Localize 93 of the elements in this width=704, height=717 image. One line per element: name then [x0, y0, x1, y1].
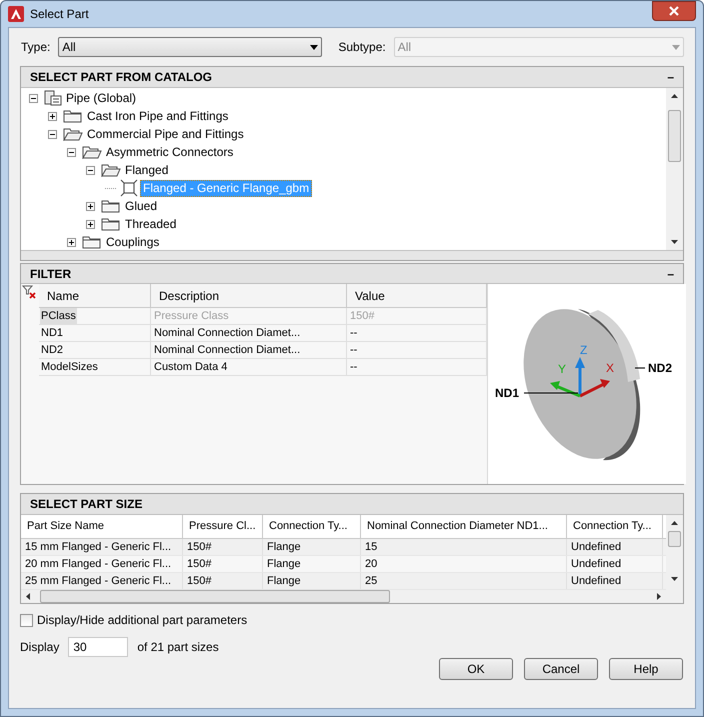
tree-item[interactable]: Asymmetric Connectors — [104, 144, 236, 160]
axis-label: Y — [558, 362, 566, 376]
dropdown-caret-icon — [310, 44, 318, 50]
axis-label: Z — [580, 343, 588, 357]
column-header[interactable]: Connection Ty... — [567, 515, 663, 538]
table-cell-text: 15 mm Flanged - Generic Fl... — [25, 540, 172, 555]
axis-label: X — [606, 361, 614, 375]
table-cell-text: ND1 — [40, 326, 64, 341]
scrollbar-thumb[interactable] — [668, 531, 681, 547]
horizontal-scrollbar[interactable] — [21, 590, 666, 603]
display-label: Display — [20, 639, 60, 656]
tree-item[interactable]: Pipe (Global) — [64, 90, 138, 106]
collapse-button[interactable]: – — [667, 264, 674, 282]
checkbox[interactable] — [20, 614, 33, 626]
dialog-button[interactable]: OK — [439, 658, 513, 680]
tree-item[interactable]: Threaded — [123, 216, 178, 232]
table-cell-text: -- — [349, 342, 358, 358]
tree-item[interactable]: Flanged — [123, 162, 170, 178]
table-cell-text: 150# — [187, 540, 212, 555]
table-cell-text: 25 mm Flanged - Generic Fl... — [25, 574, 172, 589]
table-cell-text: Flange — [267, 540, 301, 555]
folder-icon — [101, 199, 121, 213]
table-cell-text: Flange — [267, 574, 301, 589]
table-cell-text: Undefined — [571, 574, 622, 589]
display-count-field[interactable]: 30 — [68, 637, 128, 657]
table-cell-text: 25 — [365, 574, 378, 589]
table-cell-text: Undefined — [571, 540, 622, 555]
scroll-left-icon[interactable] — [26, 593, 30, 600]
column-header[interactable]: Connection Ty... — [263, 515, 361, 538]
table-cell-text: 20 — [365, 556, 378, 572]
app-logo-icon — [8, 6, 24, 22]
scroll-down-icon[interactable] — [671, 577, 678, 581]
scroll-down-icon[interactable] — [671, 240, 678, 244]
section-title: FILTER — [30, 266, 72, 282]
table-cell-text: 15 — [365, 540, 378, 555]
checkbox-label: Display/Hide additional part parameters — [37, 612, 248, 629]
column-header[interactable]: Pressure Cl... — [183, 515, 263, 538]
tree-item[interactable]: Cast Iron Pipe and Fittings — [85, 108, 230, 124]
dialog-button[interactable]: Cancel — [524, 658, 598, 680]
folder-icon — [101, 217, 121, 231]
table-cell-text: Pressure Class — [153, 308, 230, 324]
folder-icon — [63, 109, 83, 123]
column-header[interactable]: Nominal Connection Diameter ND1... — [361, 515, 567, 538]
section-title: SELECT PART SIZE — [30, 496, 142, 513]
type-label: Type: — [21, 39, 50, 56]
section-title: SELECT PART FROM CATALOG — [30, 69, 213, 86]
table-cell-text: Nominal Connection Diamet... — [153, 342, 302, 358]
tree-item[interactable]: Glued — [123, 198, 160, 214]
open-folder-icon — [82, 145, 102, 159]
open-folder-icon — [101, 163, 121, 177]
type-dropdown[interactable]: All — [58, 37, 322, 57]
leader-line — [524, 392, 578, 394]
part-count-label: of 21 part sizes — [137, 639, 219, 656]
scroll-up-icon[interactable] — [671, 521, 678, 525]
close-button[interactable] — [652, 1, 696, 21]
pipe-catalog-icon — [44, 90, 62, 106]
clear-filter-icon[interactable] — [22, 285, 36, 299]
table-cell-text: ND2 — [40, 342, 64, 358]
part-icon — [120, 179, 138, 197]
dimension-label: ND1 — [495, 386, 520, 400]
table-cell-text: Flange — [267, 556, 301, 572]
tree-item[interactable]: Commercial Pipe and Fittings — [85, 126, 246, 142]
vertical-scrollbar[interactable] — [666, 515, 683, 603]
dimension-label: ND2 — [648, 361, 672, 375]
scroll-up-icon[interactable] — [671, 94, 678, 98]
splitter-handle[interactable] — [21, 250, 683, 260]
scrollbar-thumb[interactable] — [668, 110, 681, 162]
close-icon — [669, 6, 679, 16]
column-header[interactable]: Name — [39, 284, 151, 307]
column-header[interactable]: Part Size Name — [21, 515, 183, 538]
table-cell-text: Custom Data 4 — [153, 360, 228, 375]
dropdown-caret-icon — [672, 44, 680, 50]
open-folder-icon — [63, 127, 83, 141]
table-cell-text: -- — [349, 360, 358, 375]
table-cell-text: 150# — [349, 308, 376, 324]
dialog-button[interactable]: Help — [609, 658, 683, 680]
column-header[interactable]: Description — [151, 284, 347, 307]
table-cell: PClass — [40, 308, 77, 324]
scrollbar-thumb[interactable] — [40, 590, 390, 603]
vertical-scrollbar[interactable] — [666, 88, 683, 250]
table-cell-text: -- — [349, 326, 358, 341]
table-cell-text: ModelSizes — [40, 360, 99, 375]
table-cell-text: 150# — [187, 574, 212, 589]
scroll-right-icon[interactable] — [657, 593, 661, 600]
tree-item[interactable]: Couplings — [104, 234, 162, 250]
folder-icon — [82, 235, 102, 249]
window-title: Select Part — [30, 6, 89, 23]
subtype-label: Subtype: — [338, 39, 386, 56]
collapse-button[interactable]: – — [667, 68, 674, 86]
table-cell-text: Nominal Connection Diamet... — [153, 326, 302, 341]
table-cell-text: Undefined — [571, 556, 622, 572]
table-cell-text: 150# — [187, 556, 212, 572]
table-cell-text: 20 mm Flanged - Generic Fl... — [25, 556, 172, 572]
